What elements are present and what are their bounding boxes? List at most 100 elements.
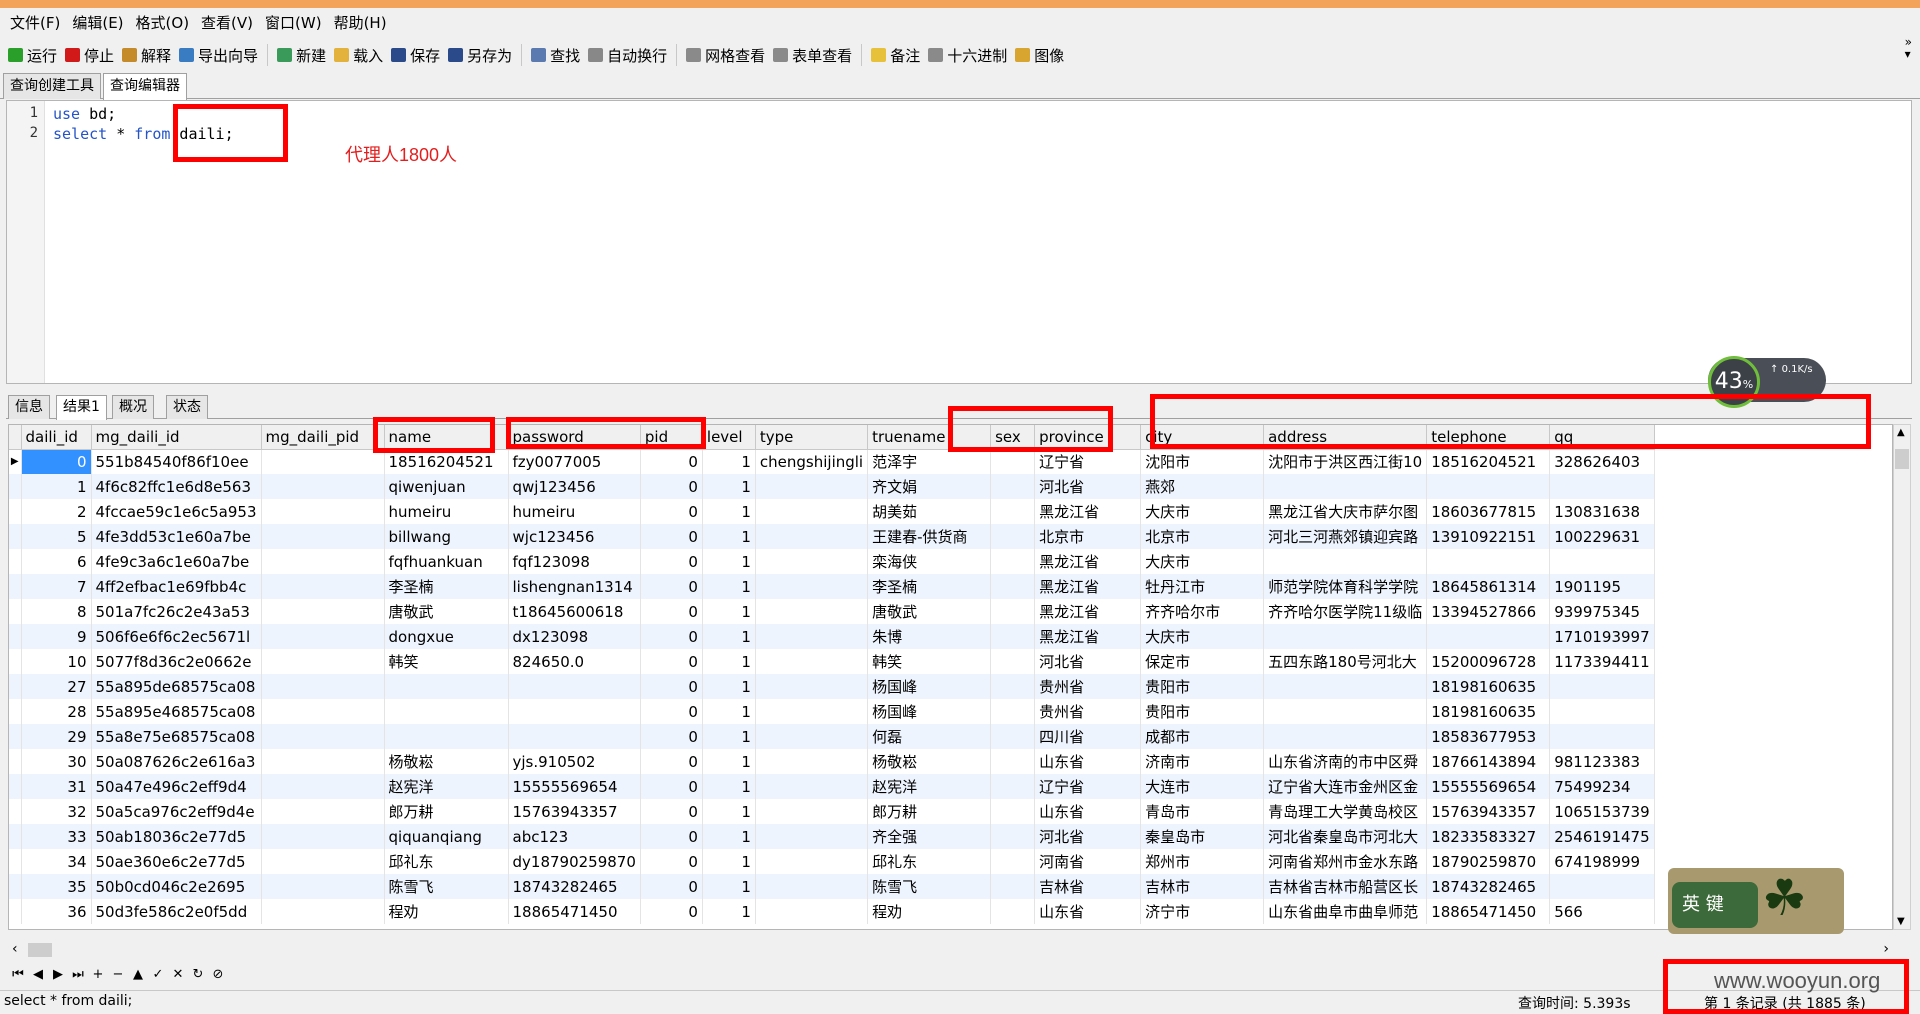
- table-cell[interactable]: 55a8e75e68575ca08: [91, 724, 262, 749]
- table-cell[interactable]: 28: [21, 699, 92, 724]
- table-cell[interactable]: [384, 674, 509, 699]
- table-cell[interactable]: 18865471450: [508, 899, 641, 924]
- table-cell[interactable]: 五四东路180号河北大: [1263, 649, 1428, 674]
- column-header-city[interactable]: city: [1140, 425, 1265, 450]
- table-cell[interactable]: 15200096728: [1426, 649, 1551, 674]
- table-cell[interactable]: 郎万耕: [867, 799, 992, 824]
- table-cell[interactable]: 北京市: [1140, 524, 1265, 549]
- table-cell[interactable]: 成都市: [1140, 724, 1265, 749]
- table-cell[interactable]: [261, 449, 385, 474]
- table-cell[interactable]: 杨国峰: [867, 674, 992, 699]
- table-cell[interactable]: 贵州省: [1034, 674, 1142, 699]
- table-cell[interactable]: [755, 899, 869, 924]
- add-record-icon[interactable]: +: [88, 967, 108, 982]
- table-row[interactable]: 2 4fccae59c1e6c5a953 humeiru humeiru 0 1 胡美茹 黑龙…: [9, 499, 1655, 524]
- table-row[interactable]: ▶ 0 551b84540f86f10ee 18516204521 fzy0077005…: [9, 449, 1655, 474]
- table-cell[interactable]: [261, 599, 385, 624]
- table-cell[interactable]: t18645600618: [508, 599, 641, 624]
- table-cell[interactable]: [755, 699, 869, 724]
- table-cell[interactable]: 100229631: [1549, 524, 1655, 549]
- table-cell[interactable]: 1: [702, 574, 756, 599]
- table-cell[interactable]: 1: [702, 899, 756, 924]
- table-cell[interactable]: 36: [21, 899, 92, 924]
- table-cell[interactable]: 674198999: [1549, 849, 1655, 874]
- table-cell[interactable]: 1: [702, 599, 756, 624]
- table-cell[interactable]: [1549, 699, 1655, 724]
- table-row[interactable]: 35 50b0cd046c2e2695 陈雪飞 18743282465 0 1 陈雪飞 吉林省…: [9, 874, 1655, 899]
- table-cell[interactable]: 辽宁省大连市金州区金: [1263, 774, 1428, 799]
- table-cell[interactable]: 吉林市: [1140, 874, 1265, 899]
- table-cell[interactable]: [1426, 549, 1551, 574]
- table-cell[interactable]: 50ae360e6c2e77d5: [91, 849, 262, 874]
- column-header-pid[interactable]: pid: [640, 425, 703, 450]
- table-cell[interactable]: [261, 724, 385, 749]
- table-cell[interactable]: fqfhuankuan: [384, 549, 509, 574]
- scroll-up-icon[interactable]: ▲: [1897, 427, 1905, 438]
- table-cell[interactable]: [1549, 474, 1655, 499]
- table-cell[interactable]: [990, 849, 1036, 874]
- column-header-mg_daili_id[interactable]: mg_daili_id: [91, 425, 262, 450]
- table-cell[interactable]: 0: [640, 549, 703, 574]
- table-cell[interactable]: 0: [640, 899, 703, 924]
- column-header-password[interactable]: password: [508, 425, 641, 450]
- scroll-thumb[interactable]: [28, 943, 52, 957]
- table-row[interactable]: 31 50a47e496c2eff9d4 赵宪洋 15555569654 0 1 赵宪洋 辽宁…: [9, 774, 1655, 799]
- find-button[interactable]: 查找: [527, 42, 584, 68]
- table-cell[interactable]: 18865471450: [1426, 899, 1551, 924]
- table-cell[interactable]: 50b0cd046c2e2695: [91, 874, 262, 899]
- table-cell[interactable]: [261, 649, 385, 674]
- table-cell[interactable]: 河南省郑州市金水东路: [1263, 849, 1428, 874]
- table-cell[interactable]: 9: [21, 624, 92, 649]
- table-cell[interactable]: 黑龙江省: [1034, 624, 1142, 649]
- table-cell[interactable]: [755, 874, 869, 899]
- prev-record-icon[interactable]: ◀: [28, 967, 48, 982]
- table-cell[interactable]: 黑龙江省: [1034, 549, 1142, 574]
- table-cell[interactable]: 河南省: [1034, 849, 1142, 874]
- apply-icon[interactable]: ✓: [148, 967, 168, 982]
- table-cell[interactable]: [755, 499, 869, 524]
- table-cell[interactable]: 75499234: [1549, 774, 1655, 799]
- table-cell[interactable]: 0: [640, 749, 703, 774]
- table-row[interactable]: 34 50ae360e6c2e77d5 邱礼东 dy18790259870 0 1 邱礼东河…: [9, 849, 1655, 874]
- code-line[interactable]: use bd;: [53, 105, 116, 123]
- table-cell[interactable]: 河北省秦皇岛市河北大: [1263, 824, 1428, 849]
- table-cell[interactable]: [261, 699, 385, 724]
- table-cell[interactable]: 18766143894: [1426, 749, 1551, 774]
- table-cell[interactable]: 杨敬崧: [384, 749, 509, 774]
- table-cell[interactable]: 55a895e468575ca08: [91, 699, 262, 724]
- table-cell[interactable]: 四川省: [1034, 724, 1142, 749]
- table-cell[interactable]: 大连市: [1140, 774, 1265, 799]
- table-cell[interactable]: [755, 674, 869, 699]
- table-cell[interactable]: 齐全强: [867, 824, 992, 849]
- table-row[interactable]: 29 55a8e75e68575ca08 0 1 何磊 四川省 成都市 18583677953: [9, 724, 1655, 749]
- table-cell[interactable]: 山东省: [1034, 899, 1142, 924]
- table-cell[interactable]: [990, 824, 1036, 849]
- table-row[interactable]: 6 4fe9c3a6c1e60a7be fqfhuankuan fqf123098 0 1…: [9, 549, 1655, 574]
- table-row[interactable]: 10 5077f8d36c2e0662e 韩笑 824650.0 0 1 韩笑 河北省 保定市五…: [9, 649, 1655, 674]
- table-cell[interactable]: 王建春-供货商: [867, 524, 992, 549]
- table-cell[interactable]: [1549, 674, 1655, 699]
- run-button[interactable]: 运行: [4, 42, 61, 68]
- table-cell[interactable]: 130831638: [1549, 499, 1655, 524]
- table-cell[interactable]: 北京市: [1034, 524, 1142, 549]
- grid-button[interactable]: 网格查看: [682, 42, 769, 68]
- table-cell[interactable]: [261, 849, 385, 874]
- table-cell[interactable]: 50a087626c2e616a3: [91, 749, 262, 774]
- table-cell[interactable]: 1: [702, 724, 756, 749]
- table-cell[interactable]: 沈阳市于洪区西江街10: [1263, 449, 1428, 474]
- table-cell[interactable]: 贵阳市: [1140, 674, 1265, 699]
- column-header-address[interactable]: address: [1263, 425, 1428, 450]
- hex-button[interactable]: 十六进制: [924, 42, 1011, 68]
- table-cell[interactable]: [261, 624, 385, 649]
- next-record-icon[interactable]: ▶: [48, 967, 68, 982]
- table-cell[interactable]: 山东省: [1034, 799, 1142, 824]
- table-cell[interactable]: [261, 674, 385, 699]
- table-cell[interactable]: [755, 649, 869, 674]
- table-cell[interactable]: 济宁市: [1140, 899, 1265, 924]
- table-cell[interactable]: [755, 474, 869, 499]
- table-cell[interactable]: 13394527866: [1426, 599, 1551, 624]
- table-cell[interactable]: 胡美茹: [867, 499, 992, 524]
- table-cell[interactable]: 55a895de68575ca08: [91, 674, 262, 699]
- menu-item[interactable]: 窗口(W): [259, 8, 328, 38]
- table-cell[interactable]: 何磊: [867, 724, 992, 749]
